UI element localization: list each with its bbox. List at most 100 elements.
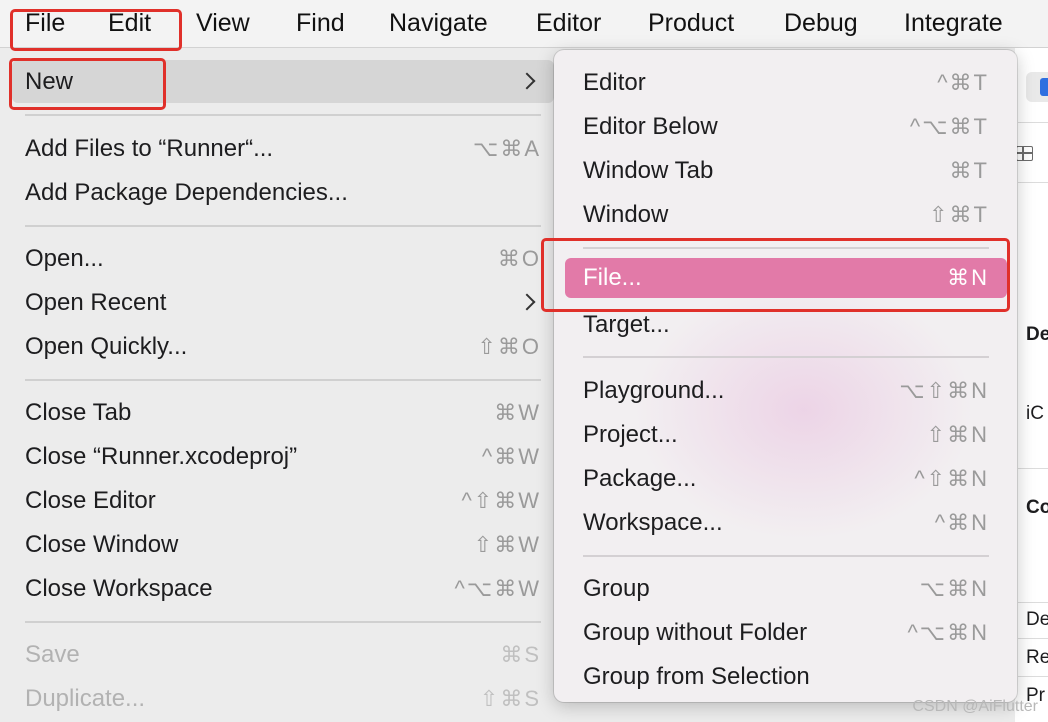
inspector-divider xyxy=(1018,602,1048,603)
submenu-item-window[interactable]: Window ⇧⌘T xyxy=(583,195,989,235)
menu-find[interactable]: Find xyxy=(296,0,345,46)
menu-item-shortcut: ^⌥⌘T xyxy=(909,114,989,139)
menu-integrate[interactable]: Integrate xyxy=(904,0,1003,46)
inspector-divider xyxy=(1018,638,1048,639)
menu-separator xyxy=(25,621,541,623)
inspector-heading: Co xyxy=(1026,497,1048,518)
menu-debug[interactable]: Debug xyxy=(784,0,858,46)
menu-item-label: Window Tab xyxy=(583,157,714,184)
menu-item-label: Close Editor xyxy=(25,487,156,514)
menu-item-label: Add Files to “Runner“... xyxy=(25,135,274,162)
menu-item-label: Project... xyxy=(583,421,678,448)
menu-item-label: Editor xyxy=(583,69,646,96)
menu-item-shortcut: ⇧⌘N xyxy=(926,422,989,447)
menu-item-close-editor[interactable]: Close Editor ^⇧⌘W xyxy=(25,481,541,521)
menu-item-label: Group xyxy=(583,575,650,602)
menu-item-label: Add Package Dependencies... xyxy=(25,179,348,206)
menu-item-label: Close Window xyxy=(25,531,179,558)
submenu-item-group-without-folder[interactable]: Group without Folder ^⌥⌘N xyxy=(583,613,989,653)
inspector-heading: De xyxy=(1026,324,1048,345)
menu-item-label: Open... xyxy=(25,245,104,272)
menu-item-label: Playground... xyxy=(583,377,725,404)
menu-item-add-files[interactable]: Add Files to “Runner“... ⌥⌘A xyxy=(25,129,541,169)
submenu-item-editor[interactable]: Editor ^⌘T xyxy=(583,63,989,103)
menu-item-label: Package... xyxy=(583,465,697,492)
menu-item-shortcut: ^⌘N xyxy=(934,510,989,535)
submenu-item-group[interactable]: Group ⌥⌘N xyxy=(583,569,989,609)
menu-item-shortcut: ^⌘T xyxy=(937,70,989,95)
menu-item-shortcut: ⌥⌘A xyxy=(472,136,541,161)
annotation-box-file-item xyxy=(541,238,1010,312)
menu-item-shortcut: ⇧⌘W xyxy=(473,532,541,557)
menu-item-open[interactable]: Open... ⌘O xyxy=(25,239,541,279)
menu-item-shortcut: ^⇧⌘W xyxy=(461,488,541,513)
menu-item-close-project[interactable]: Close “Runner.xcodeproj” ^⌘W xyxy=(25,437,541,477)
menu-item-close-workspace[interactable]: Close Workspace ^⌥⌘W xyxy=(25,569,541,609)
menu-item-open-quickly[interactable]: Open Quickly... ⇧⌘O xyxy=(25,327,541,367)
menu-item-label: Close Tab xyxy=(25,399,132,426)
inspector-divider xyxy=(1018,182,1048,183)
submenu-item-editor-below[interactable]: Editor Below ^⌥⌘T xyxy=(583,107,989,147)
menu-separator xyxy=(25,114,541,116)
table-icon xyxy=(1016,146,1033,161)
menu-item-shortcut: ⌥⌘N xyxy=(919,576,989,601)
menu-item-shortcut: ^⇧⌘N xyxy=(914,466,989,491)
menu-item-label: Workspace... xyxy=(583,509,723,536)
menu-item-shortcut: ^⌥⌘W xyxy=(454,576,541,601)
inspector-text: Re xyxy=(1026,647,1048,668)
menu-editor[interactable]: Editor xyxy=(536,0,601,46)
menu-separator xyxy=(25,225,541,227)
file-menu: New Add Files to “Runner“... ⌥⌘A Add Pac… xyxy=(0,48,566,722)
annotation-box-new xyxy=(9,58,166,110)
menu-item-label: Close Workspace xyxy=(25,575,213,602)
watermark: CSDN @AiFlutter xyxy=(912,698,1038,715)
menu-item-shortcut: ⇧⌘O xyxy=(477,334,541,359)
menu-product[interactable]: Product xyxy=(648,0,734,46)
menu-item-shortcut: ⌘W xyxy=(494,400,541,425)
inspector-text: iC xyxy=(1026,403,1044,424)
menu-item-shortcut: ⌘T xyxy=(949,158,989,183)
menu-item-save[interactable]: Save ⌘S xyxy=(25,635,541,675)
menu-item-duplicate[interactable]: Duplicate... ⇧⌘S xyxy=(25,679,541,719)
menu-item-add-package-dependencies[interactable]: Add Package Dependencies... xyxy=(25,173,541,213)
menu-separator xyxy=(583,356,989,358)
inspector-divider xyxy=(1018,468,1048,469)
menu-item-shortcut: ⌥⇧⌘N xyxy=(899,378,989,403)
menu-navigate[interactable]: Navigate xyxy=(389,0,488,46)
submenu-item-group-from-selection[interactable]: Group from Selection xyxy=(583,657,989,697)
menu-item-close-window[interactable]: Close Window ⇧⌘W xyxy=(25,525,541,565)
menu-item-shortcut: ⇧⌘T xyxy=(929,202,989,227)
inspector-text: De xyxy=(1026,609,1048,630)
menu-item-label: Window xyxy=(583,201,669,228)
menu-item-shortcut: ^⌥⌘N xyxy=(907,620,989,645)
menu-item-label: Duplicate... xyxy=(25,685,146,712)
menu-item-label: Open Recent xyxy=(25,289,167,316)
inspector-divider xyxy=(1018,676,1048,677)
person-icon xyxy=(1040,78,1048,96)
menu-view[interactable]: View xyxy=(196,0,250,46)
menu-item-shortcut: ⌘O xyxy=(497,246,541,271)
menu-separator xyxy=(25,379,541,381)
menu-item-shortcut: ^⌘W xyxy=(481,444,541,469)
submenu-item-workspace[interactable]: Workspace... ^⌘N xyxy=(583,503,989,543)
new-submenu: Editor ^⌘T Editor Below ^⌥⌘T Window Tab … xyxy=(554,50,1017,702)
inspector-divider xyxy=(1018,122,1048,123)
menu-item-shortcut: ⌘S xyxy=(500,642,541,667)
menu-item-close-tab[interactable]: Close Tab ⌘W xyxy=(25,393,541,433)
menu-item-label: Editor Below xyxy=(583,113,718,140)
chevron-right-icon xyxy=(518,293,536,311)
annotation-box-file-edit xyxy=(10,9,182,51)
menu-item-label: Group from Selection xyxy=(583,663,810,690)
menu-item-label: Open Quickly... xyxy=(25,333,188,360)
menu-item-label: Save xyxy=(25,641,80,668)
submenu-item-package[interactable]: Package... ^⇧⌘N xyxy=(583,459,989,499)
menu-item-open-recent[interactable]: Open Recent xyxy=(25,283,541,323)
chevron-right-icon xyxy=(518,72,536,90)
submenu-item-playground[interactable]: Playground... ⌥⇧⌘N xyxy=(583,371,989,411)
submenu-item-window-tab[interactable]: Window Tab ⌘T xyxy=(583,151,989,191)
menu-item-label: Group without Folder xyxy=(583,619,808,646)
menu-item-shortcut: ⇧⌘S xyxy=(479,686,541,711)
menu-item-label: Close “Runner.xcodeproj” xyxy=(25,443,298,470)
menu-separator xyxy=(583,555,989,557)
submenu-item-project[interactable]: Project... ⇧⌘N xyxy=(583,415,989,455)
